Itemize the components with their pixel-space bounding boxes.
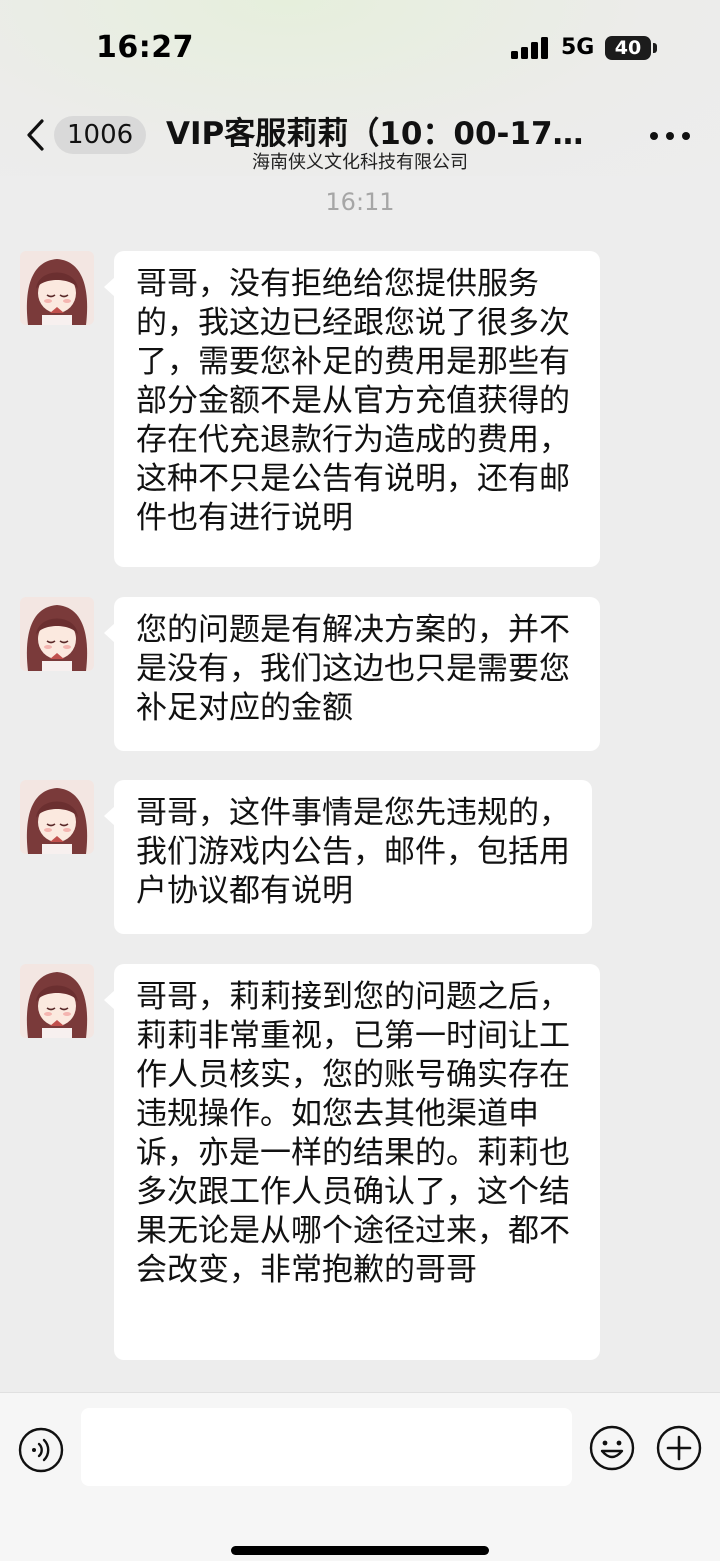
voice-icon[interactable] [18,1427,64,1473]
network-label: 5G [561,35,595,60]
message-timestamp: 16:11 [325,188,395,216]
avatar[interactable] [20,251,94,325]
nav-bar: 1006 VIP客服莉莉（10：00-17… 海南侠义文化科技有限公司 [0,96,720,176]
avatar[interactable] [20,780,94,854]
plus-icon[interactable] [656,1425,702,1471]
battery-icon: 40 [605,36,651,60]
home-indicator[interactable] [231,1546,489,1555]
anime-girl-avatar [20,780,94,854]
chat-subtitle: 海南侠义文化科技有限公司 [252,152,468,173]
message-input[interactable] [81,1408,572,1486]
battery-tip [653,43,657,53]
message-text: 哥哥，这件事情是您先违规的，我们游戏内公告，邮件，包括用户协议都有说明 [136,795,570,909]
message-text: 哥哥，莉莉接到您的问题之后，莉莉非常重视，已第一时间让工作人员核实，您的账号确实… [136,979,570,1288]
message-bubble[interactable]: 哥哥，这件事情是您先违规的，我们游戏内公告，邮件，包括用户协议都有说明 [104,780,592,934]
signal-icon [511,37,549,59]
anime-girl-avatar [20,964,94,1038]
anime-girl-avatar [20,251,94,325]
more-dots-icon[interactable] [650,132,690,142]
avatar[interactable] [20,597,94,671]
message-text: 哥哥，没有拒绝给您提供服务的，我这边已经跟您说了很多次了，需要您补足的费用是那些… [136,266,570,536]
message-bubble[interactable]: 您的问题是有解决方案的，并不是没有，我们这边也只是需要您补足对应的金额 [104,597,600,751]
chevron-left-icon[interactable] [22,118,52,152]
message-bubble[interactable]: 哥哥，没有拒绝给您提供服务的，我这边已经跟您说了很多次了，需要您补足的费用是那些… [104,251,600,567]
status-time: 16:27 [96,30,194,65]
avatar[interactable] [20,964,94,1038]
message-text: 您的问题是有解决方案的，并不是没有，我们这边也只是需要您补足对应的金额 [136,612,570,726]
message-bubble[interactable]: 哥哥，莉莉接到您的问题之后，莉莉非常重视，已第一时间让工作人员核实，您的账号确实… [104,964,600,1360]
anime-girl-avatar [20,597,94,671]
input-bar [0,1392,720,1561]
emoji-icon[interactable] [589,1425,635,1471]
chat-title: VIP客服莉莉（10：00-17… [166,116,584,152]
status-bar: 16:27 5G 40 [0,0,720,96]
battery-level: 40 [614,37,642,59]
